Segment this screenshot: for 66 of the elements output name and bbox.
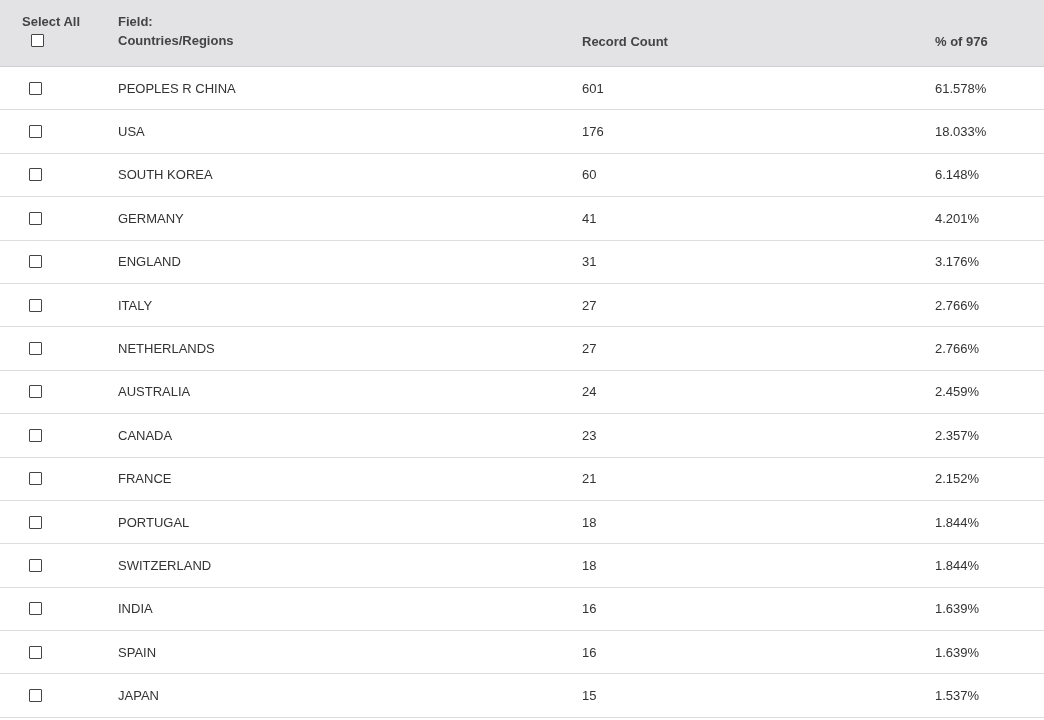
count-cell-text: 601 — [582, 80, 605, 96]
count-cell-text: 16 — [582, 601, 598, 617]
country-cell-text: AUSTRALIA — [118, 384, 192, 400]
count-cell-text: 18 — [582, 514, 598, 530]
percent-cell-text: 1.639% — [935, 644, 981, 660]
country-cell-text: SPAIN — [118, 644, 158, 660]
percent-cell-text: 6.148% — [935, 167, 981, 183]
country-cell-text: CANADA — [118, 427, 174, 443]
country-cell-text: JAPAN — [118, 688, 160, 704]
count-cell-text: 41 — [582, 210, 598, 226]
percent-cell-text: 18.033% — [935, 124, 988, 140]
count-cell-text: 27 — [582, 341, 598, 357]
checkbox[interactable] — [29, 255, 42, 269]
checkbox[interactable] — [29, 472, 42, 486]
country-cell-text: ENGLAND — [118, 254, 182, 270]
count-cell-text: 21 — [582, 471, 598, 487]
percent-cell-text: 1.844% — [935, 558, 981, 573]
column-header: Countries/Regions — [118, 33, 235, 48]
percent-cell-text: 1.639% — [935, 601, 981, 617]
count-cell-text: 31 — [582, 254, 598, 270]
percent-cell-text: 2.766% — [935, 341, 981, 357]
count-cell-text: 24 — [582, 384, 598, 400]
country-cell-text: USA — [118, 124, 146, 140]
country-cell-text: FRANCE — [118, 471, 173, 487]
checkbox[interactable] — [31, 34, 44, 47]
column-header: % of 976 — [935, 34, 988, 49]
checkbox[interactable] — [29, 168, 42, 182]
checkbox[interactable] — [29, 125, 42, 139]
percent-cell-text: 1.844% — [935, 514, 981, 530]
checkbox[interactable] — [29, 81, 42, 95]
percent-cell-text: 1.537% — [935, 688, 981, 704]
checkbox[interactable] — [29, 515, 42, 529]
percent-cell-text: 2.357% — [935, 427, 981, 443]
count-cell-text: 27 — [582, 297, 598, 313]
count-cell-text: 18 — [582, 558, 598, 573]
checkbox[interactable] — [29, 385, 42, 399]
checkbox[interactable] — [29, 602, 42, 616]
checkbox[interactable] — [29, 342, 42, 356]
select-all-label: Select All — [22, 14, 82, 29]
field-label: Field: — [118, 14, 154, 29]
country-cell-text: SOUTH KOREA — [118, 167, 214, 183]
country-cell-text: SWITZERLAND — [118, 558, 213, 573]
count-cell-text: 60 — [582, 167, 598, 183]
country-cell-text: INDIA — [118, 601, 154, 617]
checkbox[interactable] — [29, 298, 42, 312]
percent-cell-text: 4.201% — [935, 210, 981, 226]
country-cell-text: GERMANY — [118, 210, 185, 226]
country-cell-text: NETHERLANDS — [118, 341, 216, 357]
percent-cell-text: 2.152% — [935, 471, 981, 487]
percent-cell-text: 3.176% — [935, 254, 981, 270]
column-header: Record Count — [582, 34, 668, 49]
percent-cell-text: 2.459% — [935, 384, 981, 400]
country-cell-text: PORTUGAL — [118, 514, 191, 530]
count-cell-text: 23 — [582, 427, 598, 443]
checkbox[interactable] — [29, 645, 42, 659]
checkbox[interactable] — [29, 689, 42, 703]
country-cell-text: PEOPLES R CHINA — [118, 80, 237, 96]
count-cell-text: 15 — [582, 688, 598, 704]
count-cell-text: 16 — [582, 644, 598, 660]
checkbox[interactable] — [29, 428, 42, 442]
checkbox[interactable] — [29, 211, 42, 225]
checkbox[interactable] — [29, 559, 42, 572]
country-cell-text: ITALY — [118, 297, 154, 313]
count-cell-text: 176 — [582, 124, 605, 140]
percent-cell-text: 2.766% — [935, 297, 981, 313]
percent-cell-text: 61.578% — [935, 80, 988, 96]
